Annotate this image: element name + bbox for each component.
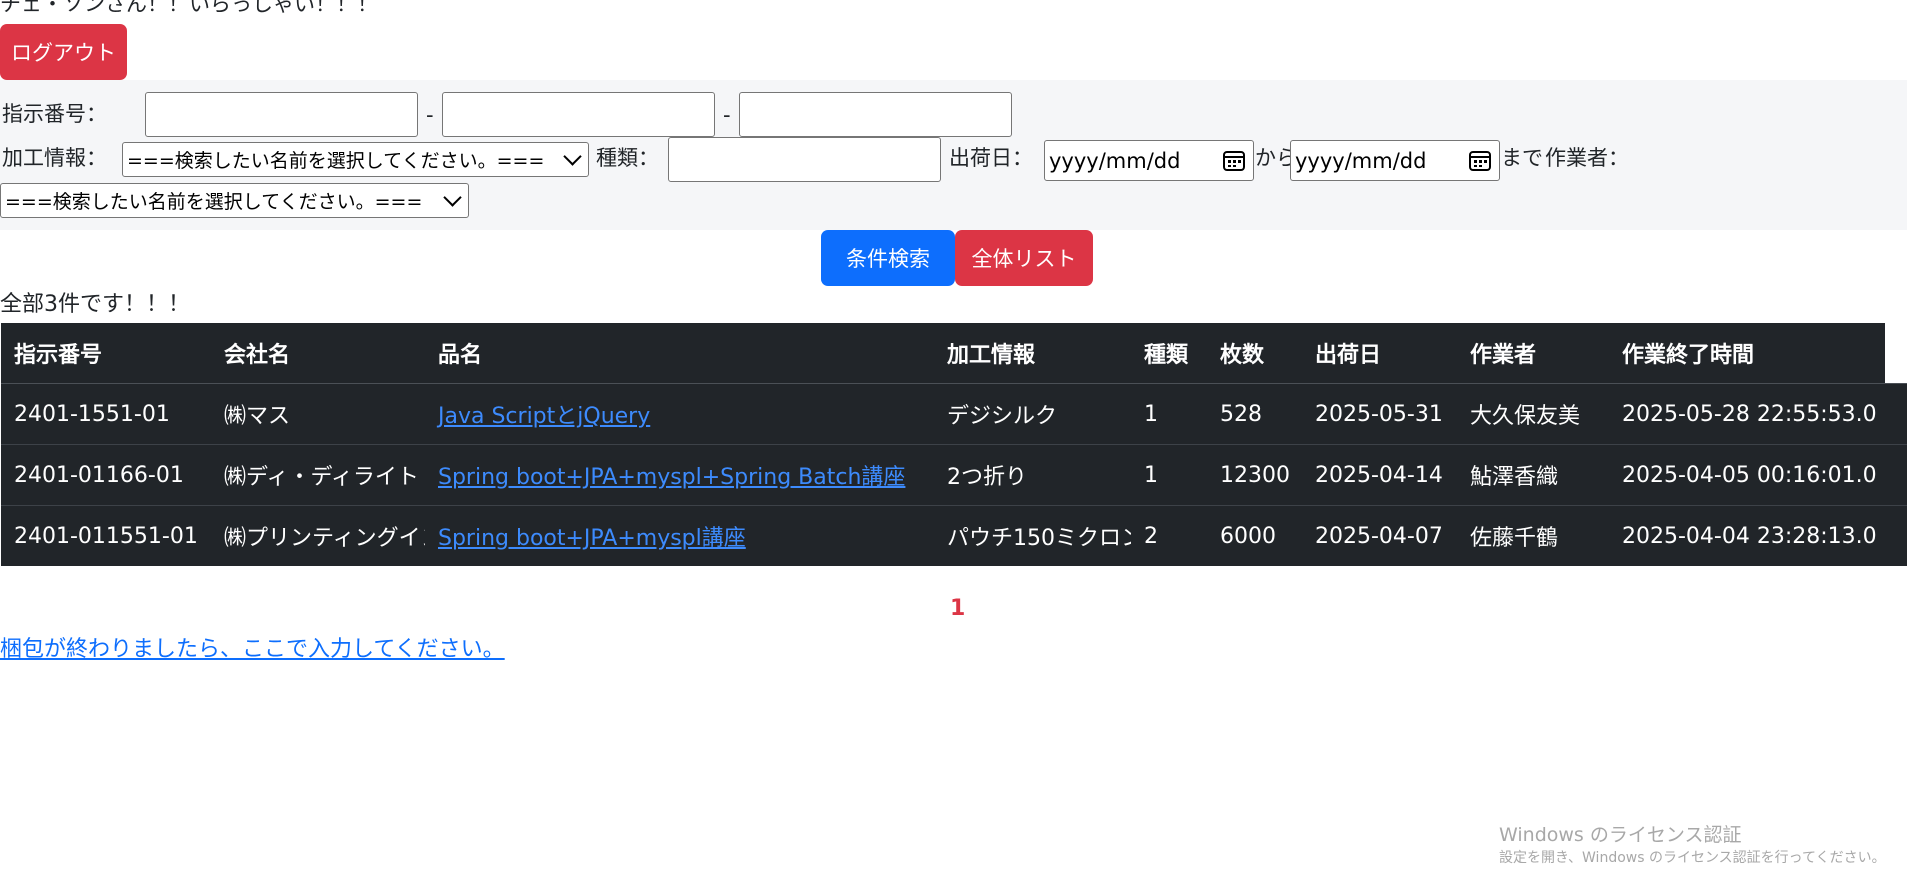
header-process: 加工情報 — [934, 323, 1131, 384]
cell-quantity: 6000 — [1207, 505, 1302, 566]
table-header-gap — [1885, 323, 1907, 383]
cell-company: ㈱マス — [211, 383, 425, 445]
order-no-input-1[interactable] — [145, 92, 418, 137]
ship-date-from-placeholder: yyyy/mm/dd — [1049, 148, 1181, 173]
cell-process: デジシルク — [934, 383, 1131, 445]
ship-date-to-placeholder: yyyy/mm/dd — [1295, 148, 1427, 173]
table-row: 2401-1551-01 ㈱マス Java ScriptとjQuery デジシル… — [1, 383, 1907, 445]
search-button[interactable]: 条件検索 — [821, 230, 955, 286]
process-select-value: ===検索したい名前を選択してください。=== — [127, 150, 545, 172]
cell-type: 1 — [1131, 383, 1207, 445]
cell-product: Spring boot+JPA+myspl+Spring Batch講座 — [425, 444, 934, 506]
greeting-text: チェ・ソンさん！！いらっしゃい！！！ — [0, 0, 378, 16]
header-worker: 作業者 — [1457, 323, 1609, 384]
chevron-down-icon — [443, 188, 462, 207]
cell-order-no: 2401-1551-01 — [1, 383, 211, 445]
cell-process: 2つ折り — [934, 444, 1131, 506]
cell-end-time: 2025-04-05 00:16:01.0 — [1609, 444, 1907, 506]
product-link[interactable]: Spring boot+JPA+myspl講座 — [438, 526, 746, 551]
order-no-input-3[interactable] — [739, 92, 1012, 137]
ship-date-from-input[interactable]: yyyy/mm/dd — [1044, 140, 1254, 181]
cell-type: 1 — [1131, 444, 1207, 506]
worker-select[interactable]: ===検索したい名前を選択してください。=== — [0, 183, 469, 218]
table-header-row: 指示番号 会社名 品名 加工情報 種類 枚数 出荷日 作業者 作業終了時間 — [1, 323, 1907, 384]
worker-select-value: ===検索したい名前を選択してください。=== — [5, 191, 423, 213]
header-end-time: 作業終了時間 — [1609, 323, 1907, 384]
ship-date-label: 出荷日： — [949, 146, 1033, 170]
cell-product: Spring boot+JPA+myspl講座 — [425, 505, 934, 566]
cell-ship-date: 2025-04-07 — [1302, 505, 1457, 566]
pagination-current-page[interactable]: 1 — [950, 596, 965, 621]
windows-activation-title: Windows のライセンス認証 — [1499, 824, 1742, 846]
product-link[interactable]: Spring boot+JPA+myspl+Spring Batch講座 — [438, 465, 905, 490]
header-ship-date: 出荷日 — [1302, 323, 1457, 384]
order-no-input-2[interactable] — [442, 92, 715, 137]
product-link[interactable]: Java ScriptとjQuery — [438, 404, 650, 429]
order-no-label: 指示番号： — [2, 102, 107, 126]
table-row: 2401-01166-01 ㈱ディ・ディライト Spring boot+JPA+… — [1, 444, 1907, 506]
cell-product: Java ScriptとjQuery — [425, 383, 934, 445]
cell-worker: 鮎澤香織 — [1457, 444, 1609, 506]
cell-worker: 大久保友美 — [1457, 383, 1609, 445]
cell-company: ㈱プリンティングイン — [211, 505, 425, 566]
all-list-button[interactable]: 全体リスト — [955, 230, 1093, 286]
header-type: 種類 — [1131, 323, 1207, 384]
process-select[interactable]: ===検索したい名前を選択してください。=== — [122, 142, 589, 177]
cell-process: パウチ150ミクロン — [934, 505, 1131, 566]
cell-order-no: 2401-011551-01 — [1, 505, 211, 566]
calendar-icon[interactable] — [1223, 150, 1245, 171]
packing-input-link[interactable]: 梱包が終わりましたら、ここで入力してください。 — [0, 631, 505, 663]
header-quantity: 枚数 — [1207, 323, 1302, 384]
header-product: 品名 — [425, 323, 934, 384]
cell-worker: 佐藤千鶴 — [1457, 505, 1609, 566]
windows-activation-message: 設定を開き、Windows のライセンス認証を行ってください。 — [1499, 850, 1886, 866]
cell-ship-date: 2025-05-31 — [1302, 383, 1457, 445]
logout-button[interactable]: ログアウト — [0, 24, 127, 80]
table-row: 2401-011551-01 ㈱プリンティングイン Spring boot+JP… — [1, 505, 1907, 566]
calendar-icon[interactable] — [1469, 150, 1491, 171]
cell-quantity: 12300 — [1207, 444, 1302, 506]
ship-date-to-input[interactable]: yyyy/mm/dd — [1290, 140, 1500, 181]
cell-quantity: 528 — [1207, 383, 1302, 445]
header-order-no: 指示番号 — [1, 323, 211, 384]
to-label: まで — [1501, 146, 1543, 170]
search-panel: 指示番号： - - 加工情報： ===検索したい名前を選択してください。=== … — [0, 80, 1907, 230]
order-no-separator-1: - — [426, 103, 434, 127]
cell-end-time: 2025-05-28 22:55:53.0 — [1609, 383, 1907, 445]
cell-company: ㈱ディ・ディライト — [211, 444, 425, 506]
process-label: 加工情報： — [2, 146, 107, 170]
result-count-text: 全部3件です！！！ — [0, 292, 190, 317]
order-no-separator-2: - — [723, 103, 731, 127]
cell-end-time: 2025-04-04 23:28:13.0 — [1609, 505, 1907, 566]
chevron-down-icon — [563, 147, 582, 166]
type-input[interactable] — [668, 137, 941, 182]
type-label: 種類： — [596, 146, 659, 170]
cell-type: 2 — [1131, 505, 1207, 566]
worker-label: 作業者： — [1545, 146, 1629, 170]
header-company: 会社名 — [211, 323, 425, 384]
results-table: 指示番号 会社名 品名 加工情報 種類 枚数 出荷日 作業者 作業終了時間 24… — [1, 323, 1907, 566]
cell-order-no: 2401-01166-01 — [1, 444, 211, 506]
cell-ship-date: 2025-04-14 — [1302, 444, 1457, 506]
